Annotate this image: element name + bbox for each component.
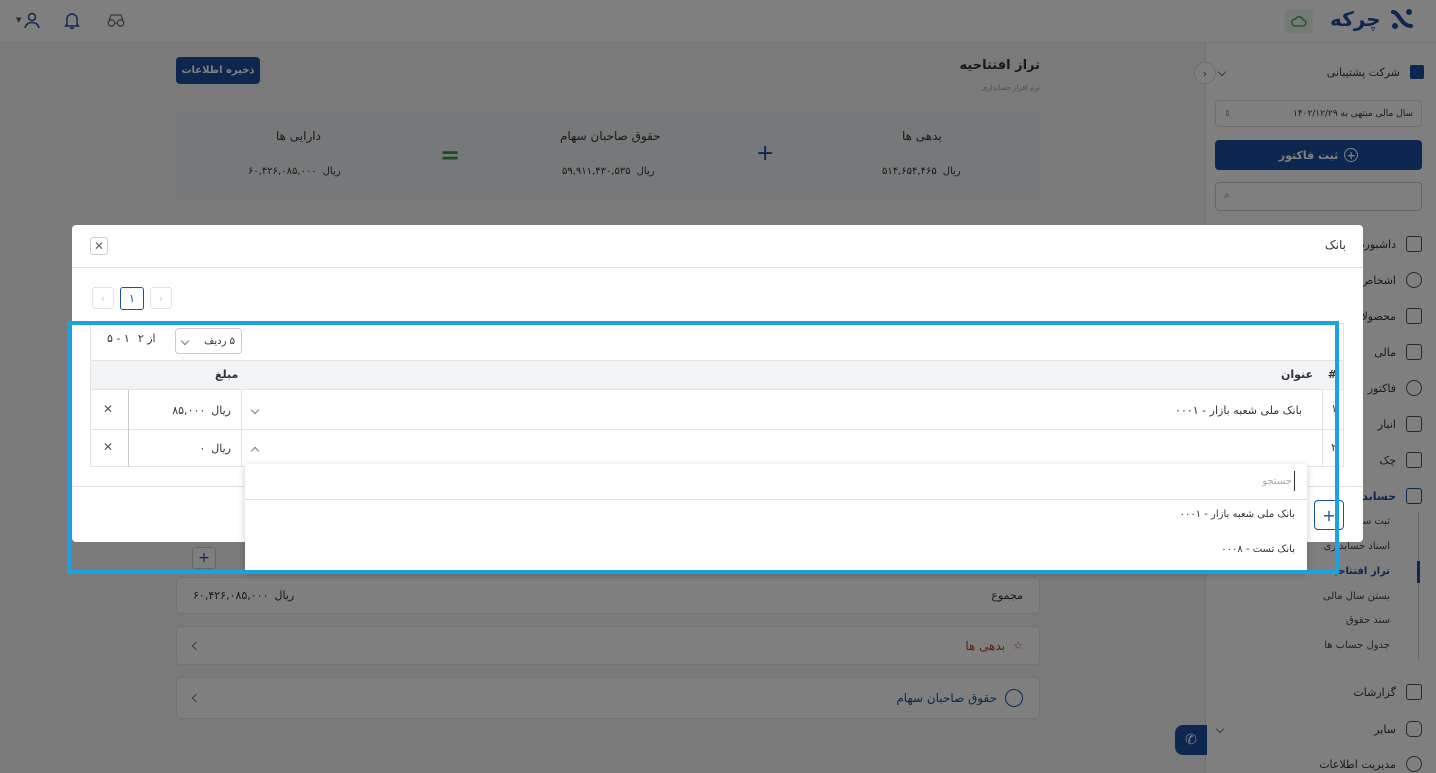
table-range: از ۲ ۱ - ۵	[107, 332, 156, 345]
next-page-button[interactable]: ›	[150, 287, 172, 309]
rows-per-page-value: ۵ ردیف	[204, 335, 235, 347]
rows-per-page-select[interactable]: ۵ ردیف	[175, 328, 242, 354]
row-index: ۱	[1331, 402, 1337, 415]
of-total: از ۲	[137, 332, 156, 345]
delete-row-icon[interactable]: ✕	[103, 402, 113, 416]
column-amount: مبلغ	[215, 368, 239, 381]
plus-icon: +	[1322, 505, 1336, 525]
dropdown-option[interactable]: بانک ملی شعبه بازار - ۰۰۰۱	[1180, 509, 1295, 520]
bank-dropdown: جستجو بانک ملی شعبه بازار - ۰۰۰۱ بانک تس…	[245, 464, 1307, 572]
column-index: #	[1327, 368, 1337, 381]
cell-divider	[1322, 390, 1323, 430]
chevron-down-icon	[180, 336, 190, 346]
page-number-button[interactable]: ۱	[120, 287, 144, 310]
bank-select-value: بانک ملی شعبه بازار - ۰۰۰۱	[1175, 403, 1302, 417]
close-button[interactable]: ✕	[90, 237, 108, 255]
dropdown-search-input[interactable]: جستجو	[255, 471, 1295, 491]
bank-table: از ۲ ۱ - ۵ ۵ ردیف # عنوان مبلغ ۱ بانک مل…	[90, 323, 1344, 467]
chevron-down-icon	[250, 405, 260, 415]
bank-select[interactable]	[242, 430, 1312, 467]
table-header: # عنوان مبلغ	[91, 360, 1343, 390]
row-index: ۲	[1331, 441, 1337, 454]
unit-label: ریال	[211, 403, 231, 417]
pagination: ‹ ۱ ›	[92, 287, 172, 310]
table-row: ۲ ریال ۰ ✕	[91, 430, 1343, 467]
unit-label: ریال	[211, 442, 231, 455]
bank-select[interactable]: بانک ملی شعبه بازار - ۰۰۰۱	[242, 390, 1312, 430]
delete-row-icon[interactable]: ✕	[103, 440, 113, 454]
dropdown-option[interactable]: بانک تست - ۰۰۰۸	[1221, 544, 1295, 555]
column-title: عنوان	[1280, 368, 1313, 381]
modal-title: بانک	[1324, 238, 1346, 252]
divider	[245, 499, 1307, 500]
add-bank-button[interactable]: +	[1314, 500, 1344, 530]
table-row: ۱ بانک ملی شعبه بازار - ۰۰۰۱ ریال ۸۵,۰۰۰…	[91, 390, 1343, 430]
amount-input[interactable]: ریال ۰	[128, 430, 242, 467]
divider	[72, 267, 1363, 268]
chevron-up-icon	[250, 446, 260, 455]
prev-page-button[interactable]: ‹	[92, 287, 114, 309]
amount-input[interactable]: ریال ۸۵,۰۰۰	[128, 390, 242, 430]
amount-value: ۰	[199, 442, 206, 455]
close-icon: ✕	[93, 239, 105, 253]
cell-divider	[1322, 430, 1323, 467]
amount-value: ۸۵,۰۰۰	[172, 403, 206, 417]
row-range: ۱ - ۵	[107, 332, 130, 345]
